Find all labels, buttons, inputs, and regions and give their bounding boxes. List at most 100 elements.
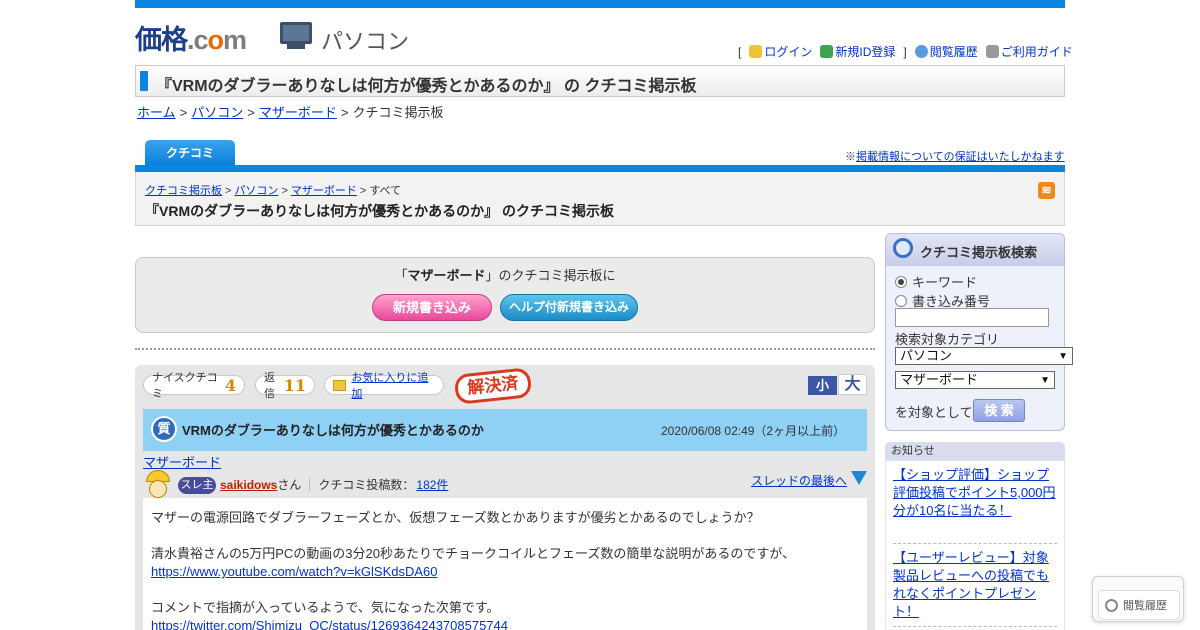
search-target-label: を対象として xyxy=(895,405,973,420)
honorific: さん xyxy=(277,478,302,492)
post-body-spacer xyxy=(151,581,795,599)
page-title: 『VRMのダブラーありなしは何方が優秀とかあるのか』 の クチコミ掲示板 xyxy=(156,78,697,95)
magnifier-icon xyxy=(893,238,913,258)
nice-label: ナイスクチコミ xyxy=(152,372,218,400)
category-select-primary-value: パソコン xyxy=(900,348,953,363)
title-accent-mark xyxy=(140,71,148,91)
floating-history-button[interactable]: 閲覧履歴 xyxy=(1098,590,1180,620)
search-category-label: 検索対象カテゴリ xyxy=(895,332,1000,347)
down-arrow-icon[interactable] xyxy=(851,471,867,485)
reply-count: 11 xyxy=(283,375,306,395)
reply-label: 返信 xyxy=(264,372,275,400)
breadcrumb-pc[interactable]: パソコン xyxy=(191,105,243,120)
question-icon: 質 xyxy=(151,416,177,442)
category-link[interactable]: マザーボード xyxy=(143,452,221,471)
dotted-divider xyxy=(135,348,875,350)
username-link[interactable]: saikidows xyxy=(220,478,277,492)
nice-count: 4 xyxy=(224,375,236,395)
sub-breadcrumb-sep: > xyxy=(359,185,367,197)
logo-dotcom-m: m xyxy=(223,25,247,55)
bracket-open: [ xyxy=(738,44,742,59)
radio-keyword-dot[interactable] xyxy=(895,275,907,288)
disclaimer: ※掲載情報についての保証はいたしかねます xyxy=(845,148,1065,164)
chevron-down-icon: ▼ xyxy=(1058,351,1068,362)
history-clock-icon xyxy=(1105,598,1118,612)
breadcrumb-motherboard[interactable]: マザーボード xyxy=(259,105,337,120)
post-box-suffix: 」のクチコミ掲示板に xyxy=(485,268,616,283)
thread-owner-badge: スレ主 xyxy=(178,477,216,494)
breadcrumb-sep: > xyxy=(340,105,349,120)
post-body-spacer xyxy=(151,527,795,545)
rss-icon[interactable]: ≋ xyxy=(1038,182,1055,199)
category-select-secondary-value: マザーボード xyxy=(900,372,979,387)
notice-user-review-link[interactable]: 【ユーザーレビュー】対象製品レビューへの投稿でもれなくポイントプレゼント！ xyxy=(893,549,1057,621)
post-body-line: マザーの電源回路でダブラーフェーズとか、仮想フェーズ数とかありますが優劣とかある… xyxy=(151,510,760,525)
category-select-secondary[interactable]: マザーボード ▼ xyxy=(895,371,1055,389)
notice-heading: お知らせ xyxy=(885,442,1065,460)
kakaku-logo[interactable]: 価格.com xyxy=(135,18,247,57)
search-input[interactable] xyxy=(895,308,1049,327)
user-divider xyxy=(309,478,311,491)
new-post-button[interactable]: 新規書き込み xyxy=(372,294,492,321)
thread-title: VRMのダブラーありなしは何方が優秀とかあるのか xyxy=(182,423,484,438)
register-icon xyxy=(820,45,834,58)
disclaimer-prefix: ※ xyxy=(845,151,856,163)
chevron-down-icon: ▼ xyxy=(1040,375,1050,386)
sub-breadcrumb-pc[interactable]: パソコン xyxy=(234,185,278,197)
post-box-category: マザーボード xyxy=(407,268,486,283)
login-link[interactable]: ログイン xyxy=(764,45,812,59)
favorite-link[interactable]: お気に入りに追加 xyxy=(351,369,435,401)
bracket-close: ] xyxy=(903,44,907,59)
folder-icon xyxy=(333,379,347,391)
category-select-primary[interactable]: パソコン ▼ xyxy=(895,347,1073,365)
logo-dotcom-c: .c xyxy=(187,25,209,55)
thread-end-link[interactable]: スレッドの最後へ xyxy=(751,472,847,489)
sub-breadcrumb-sep: > xyxy=(225,185,232,197)
tab-kuchikomi[interactable]: クチコミ xyxy=(145,140,235,166)
youtube-link[interactable]: https://www.youtube.com/watch?v=kGlSKdsD… xyxy=(151,564,438,579)
key-icon xyxy=(749,45,763,58)
nice-count-pill: ナイスクチコミ 4 xyxy=(143,372,245,400)
breadcrumb-home[interactable]: ホーム xyxy=(137,105,176,120)
favorite-pill[interactable]: お気に入りに追加 xyxy=(324,372,444,400)
text-size-small-button[interactable]: 小 xyxy=(808,376,837,395)
radio-keyword[interactable]: キーワード xyxy=(895,272,977,291)
sub-breadcrumb-sep: > xyxy=(281,185,288,197)
post-body-line: 清水貴裕さんの5万円PCの動画の3分20秒あたりでチョークコイルとフェーズ数の簡… xyxy=(151,546,796,561)
notice-shop-review-link[interactable]: 【ショップ評価】ショップ評価投稿でポイント5,000円分が10名に当たる！ xyxy=(893,466,1057,520)
thread-date: 2020/06/08 02:49（2ヶ月以上前） xyxy=(661,424,846,438)
breadcrumb-sep: > xyxy=(247,105,255,120)
radio-keyword-label: キーワード xyxy=(912,275,978,290)
post-count-link[interactable]: 182件 xyxy=(416,476,448,493)
new-post-label: 「マザーボード」のクチコミ掲示板に xyxy=(135,265,875,284)
category-title[interactable]: パソコン xyxy=(321,24,409,56)
floating-history-label: 閲覧履歴 xyxy=(1123,600,1167,612)
disclaimer-link[interactable]: 掲載情報についての保証はいたしかねます xyxy=(856,151,1065,163)
utility-nav: [ ログイン 新規ID登録 ] 閲覧履歴 ご利用ガイド xyxy=(738,43,1073,60)
page-title-bar: 『VRMのダブラーありなしは何方が優秀とかあるのか』 の クチコミ掲示板 xyxy=(135,65,1065,97)
sub-breadcrumb-all: すべて xyxy=(369,185,402,197)
sub-title: 『VRMのダブラーありなしは何方が優秀とかあるのか』 のクチコミ掲示板 xyxy=(145,203,614,219)
search-button[interactable]: 検 索 xyxy=(973,399,1025,422)
guide-link[interactable]: ご利用ガイド xyxy=(1001,45,1073,59)
notice-divider xyxy=(893,626,1057,627)
text-size-large-button[interactable]: 大 xyxy=(838,374,867,395)
history-link[interactable]: 閲覧履歴 xyxy=(930,45,978,59)
face-icon xyxy=(149,480,167,498)
help-post-button[interactable]: ヘルプ付新規書き込み xyxy=(500,294,638,321)
tab-underline xyxy=(135,165,1065,172)
sub-breadcrumb-motherboard[interactable]: マザーボード xyxy=(291,185,357,197)
clock-icon xyxy=(914,45,928,58)
top-accent-bar xyxy=(135,0,1065,8)
post-box-prefix: 「 xyxy=(394,268,408,283)
register-link[interactable]: 新規ID登録 xyxy=(835,45,895,59)
breadcrumb: ホーム > パソコン > マザーボード > クチコミ掲示板 xyxy=(137,102,443,121)
logo-dotcom-o: o xyxy=(207,25,224,55)
sub-breadcrumb-board[interactable]: クチコミ掲示板 xyxy=(145,185,222,197)
post-body: マザーの電源回路でダブラーフェーズとか、仮想フェーズ数とかありますが優劣とかある… xyxy=(151,509,795,630)
avatar xyxy=(143,470,173,500)
breadcrumb-sep: > xyxy=(179,105,188,120)
twitter-link[interactable]: https://twitter.com/Shimizu_OC/status/12… xyxy=(151,618,508,630)
radio-post-number-dot[interactable] xyxy=(895,294,907,307)
board-search-title: クチコミ掲示板検索 xyxy=(920,245,1038,260)
